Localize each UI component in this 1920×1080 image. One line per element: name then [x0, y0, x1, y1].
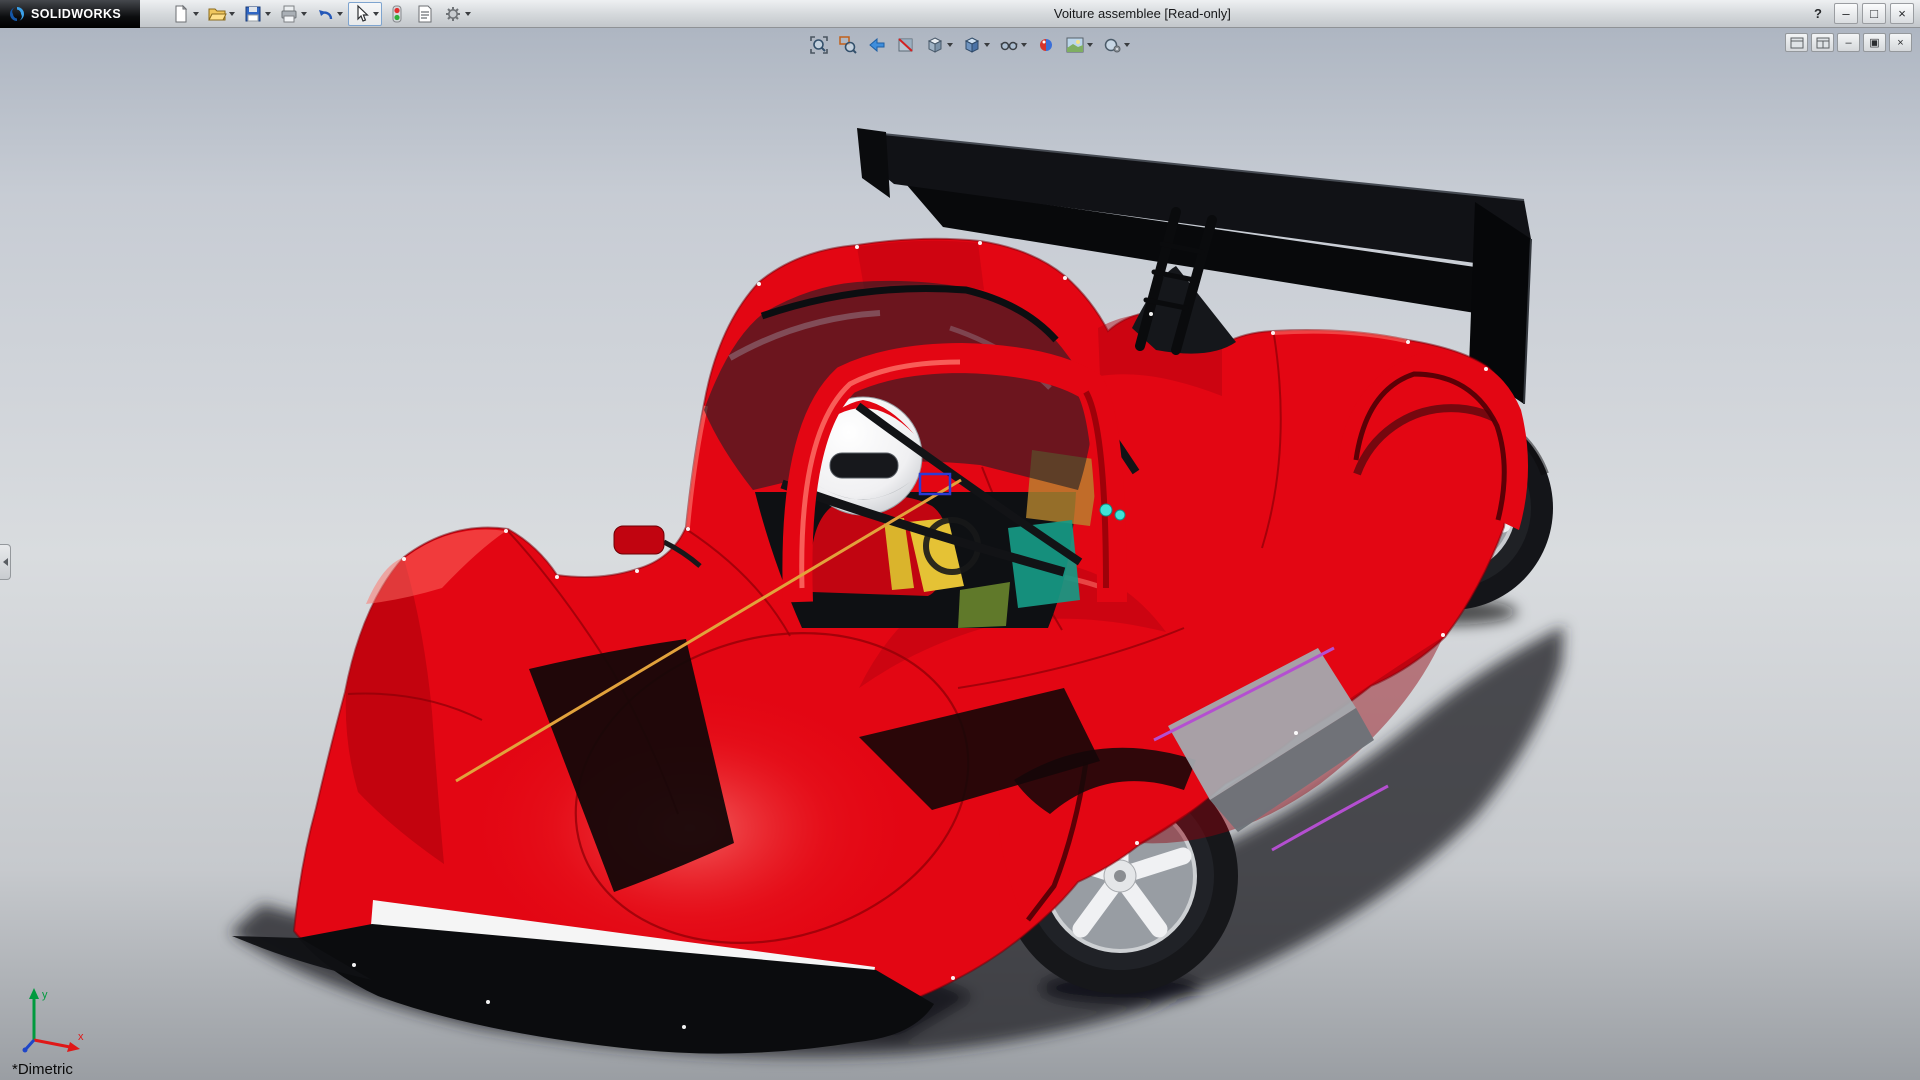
- edit-appearance-button[interactable]: [1033, 32, 1059, 58]
- close-button[interactable]: ×: [1890, 3, 1914, 24]
- section-view-icon: [896, 35, 916, 55]
- window-split-icon: [1816, 37, 1830, 49]
- window-grid-icon: [1790, 37, 1804, 49]
- open-button[interactable]: [204, 2, 238, 26]
- document-restore-button[interactable]: ▣: [1863, 33, 1886, 52]
- dropdown-arrow[interactable]: [265, 12, 271, 16]
- previous-view-button[interactable]: [864, 32, 890, 58]
- dropdown-arrow[interactable]: [984, 43, 990, 47]
- maximize-button[interactable]: □: [1862, 3, 1886, 24]
- viewport-maximize-icon[interactable]: [1785, 33, 1808, 52]
- new-document-button[interactable]: [168, 2, 202, 26]
- solidworks-window: SOLIDWORKS: [0, 0, 1920, 1080]
- hide-show-glasses-icon: [999, 35, 1019, 55]
- apply-scene-icon: [1065, 35, 1085, 55]
- graphics-area[interactable]: [0, 28, 1920, 1080]
- window-title: Voiture assemblee [Read-only]: [1054, 0, 1231, 28]
- save-button[interactable]: [240, 2, 274, 26]
- print-button[interactable]: [276, 2, 310, 26]
- view-orientation-cube-icon: [925, 35, 945, 55]
- view-settings-button[interactable]: [1099, 32, 1133, 58]
- help-button[interactable]: ?: [1806, 3, 1830, 24]
- dropdown-arrow[interactable]: [373, 12, 379, 16]
- minimize-button[interactable]: –: [1834, 3, 1858, 24]
- dropdown-arrow[interactable]: [465, 12, 471, 16]
- featuremanager-collapse-tab[interactable]: [0, 544, 11, 580]
- display-style-button[interactable]: [959, 32, 993, 58]
- zoom-to-fit-icon: [809, 35, 829, 55]
- file-properties-icon: [415, 4, 435, 24]
- select-button[interactable]: [348, 2, 382, 26]
- options-gear-icon: [443, 4, 463, 24]
- view-orientation-button[interactable]: [922, 32, 956, 58]
- triad-x-label: x: [78, 1031, 84, 1043]
- dropdown-arrow[interactable]: [301, 12, 307, 16]
- dropdown-arrow[interactable]: [337, 12, 343, 16]
- solidworks-logo: SOLIDWORKS: [0, 0, 140, 28]
- options-button[interactable]: [440, 2, 474, 26]
- brand-text: SOLIDWORKS: [31, 7, 121, 21]
- car-model[interactable]: [232, 212, 1545, 1054]
- dropdown-arrow[interactable]: [1124, 43, 1130, 47]
- reference-triad: y x: [16, 984, 90, 1058]
- apply-scene-button[interactable]: [1062, 32, 1096, 58]
- edit-appearance-icon: [1036, 35, 1056, 55]
- hide-show-items-button[interactable]: [996, 32, 1030, 58]
- open-folder-icon: [207, 4, 227, 24]
- dropdown-arrow[interactable]: [1087, 43, 1093, 47]
- printer-icon: [279, 4, 299, 24]
- rebuild-button[interactable]: [384, 2, 410, 26]
- zoom-to-area-button[interactable]: [835, 32, 861, 58]
- document-minimize-button[interactable]: –: [1837, 33, 1860, 52]
- document-window-controls: – ▣ ×: [1785, 33, 1912, 52]
- dropdown-arrow[interactable]: [947, 43, 953, 47]
- view-orientation-label: *Dimetric: [12, 1061, 73, 1078]
- viewport-split-icon[interactable]: [1811, 33, 1834, 52]
- view-settings-icon: [1102, 35, 1122, 55]
- document-close-button[interactable]: ×: [1889, 33, 1912, 52]
- viewport-background[interactable]: – ▣ × y x *Dimetric: [0, 28, 1920, 1080]
- dropdown-arrow[interactable]: [1021, 43, 1027, 47]
- zoom-to-fit-button[interactable]: [806, 32, 832, 58]
- collapse-arrow-icon: [3, 558, 8, 566]
- title-bar: SOLIDWORKS: [0, 0, 1920, 28]
- zoom-to-area-icon: [838, 35, 858, 55]
- triad-y-label: y: [42, 989, 48, 1001]
- select-cursor-icon: [351, 4, 371, 24]
- dassault-swirl-icon: [9, 6, 25, 22]
- file-properties-button[interactable]: [412, 2, 438, 26]
- previous-view-icon: [867, 35, 887, 55]
- main-toolbar: [168, 2, 474, 26]
- dropdown-arrow[interactable]: [193, 12, 199, 16]
- undo-arrow-icon: [315, 4, 335, 24]
- display-style-icon: [962, 35, 982, 55]
- new-document-icon: [171, 4, 191, 24]
- window-controls: ? – □ ×: [1806, 3, 1914, 24]
- heads-up-view-toolbar: [806, 32, 1133, 58]
- section-view-button[interactable]: [893, 32, 919, 58]
- rebuild-stoplight-icon: [387, 4, 407, 24]
- dropdown-arrow[interactable]: [229, 12, 235, 16]
- save-floppy-icon: [243, 4, 263, 24]
- undo-button[interactable]: [312, 2, 346, 26]
